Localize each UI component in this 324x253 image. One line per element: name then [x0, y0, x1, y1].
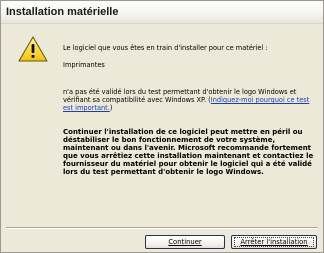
separator [6, 227, 318, 229]
continue-button-label: Continuer [168, 238, 202, 246]
warning-message: Continuer l'installation de ce logiciel … [63, 128, 314, 176]
stop-installation-button[interactable]: Arrêter l'installation [231, 235, 317, 249]
device-name: Imprimantes [63, 61, 105, 69]
intro-text: Le logiciel que vous êtes en train d'ins… [63, 44, 268, 52]
window-title: Installation matérielle [6, 6, 119, 18]
focus-ring [234, 237, 314, 247]
warning-icon [18, 36, 48, 62]
notice-close: ) [109, 104, 113, 112]
compatibility-notice: n'a pas été validé lors du test permetta… [63, 88, 317, 112]
installation-dialog: Installation matérielle Le logiciel que … [0, 0, 324, 253]
title-bar[interactable]: Installation matérielle [1, 1, 323, 24]
continue-button[interactable]: Continuer [145, 235, 225, 249]
